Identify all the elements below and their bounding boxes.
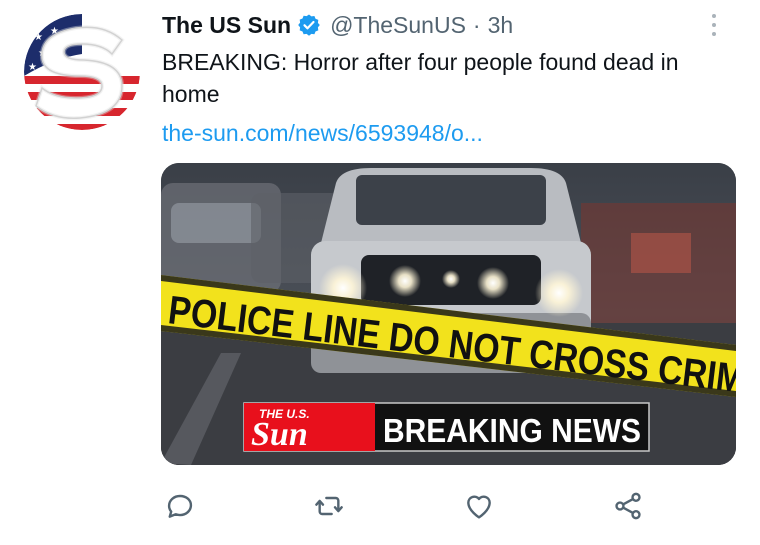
breaking-news-photo: POLICE LINE DO NOT CROSS CRIM THE U.S. S… (161, 163, 736, 465)
tweet-header: The US Sun @TheSunUS · 3h (162, 8, 513, 42)
retweet-button[interactable] (309, 486, 349, 526)
heart-icon (467, 495, 491, 519)
the-us-sun-logo-icon: ★ ★ ★ ★ (24, 14, 140, 130)
more-options-button[interactable] (700, 10, 728, 40)
breaking-news-banner-text: BREAKING NEWS (383, 412, 641, 449)
author-avatar[interactable]: ★ ★ ★ ★ (24, 14, 140, 130)
like-button[interactable] (459, 486, 499, 526)
svg-text:★: ★ (28, 62, 37, 73)
tweet-text: BREAKING: Horror after four people found… (162, 49, 679, 107)
share-icon (615, 492, 641, 520)
more-dot-icon (712, 14, 716, 18)
separator-dot: · (472, 11, 481, 38)
tweet-action-bar (160, 486, 660, 530)
sun-logo-text: Sun (251, 416, 308, 453)
more-dot-icon (712, 23, 716, 27)
reply-button[interactable] (160, 486, 200, 526)
svg-text:★: ★ (34, 32, 43, 43)
author-handle[interactable]: @TheSunUS (330, 12, 466, 39)
share-button[interactable] (608, 486, 648, 526)
author-display-name[interactable]: The US Sun (162, 12, 291, 39)
reply-icon (167, 494, 193, 518)
tweet-link[interactable]: the-sun.com/news/6593948/o... (162, 118, 483, 148)
more-dot-icon (712, 32, 716, 36)
verified-badge-icon (298, 14, 320, 36)
tweet-media-image[interactable]: POLICE LINE DO NOT CROSS CRIM THE U.S. S… (161, 163, 736, 465)
retweet-icon (315, 496, 343, 516)
tweet-timestamp[interactable]: 3h (488, 12, 514, 39)
